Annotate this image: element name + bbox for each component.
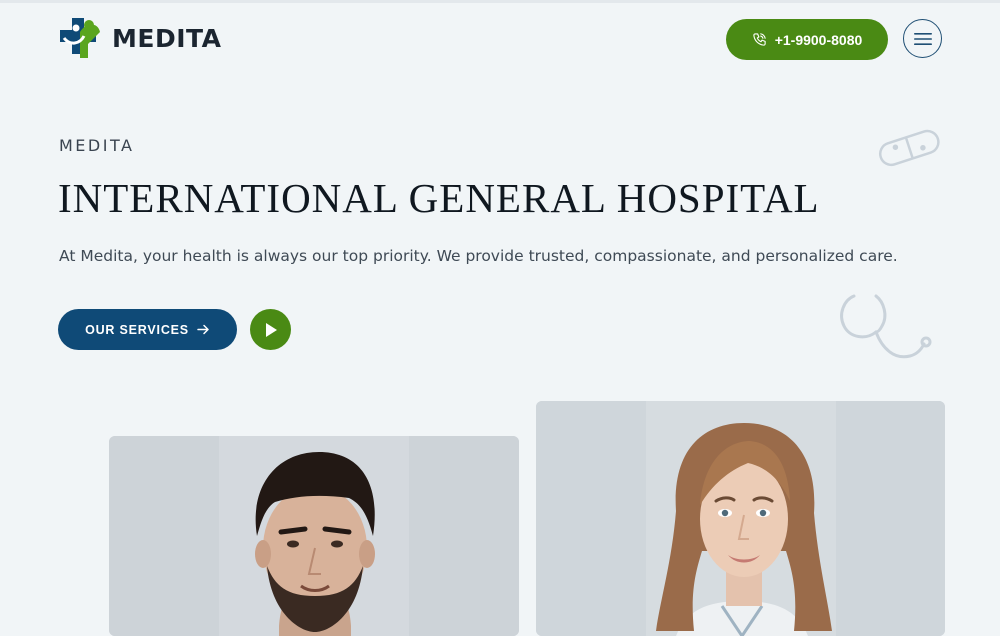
hero-title: INTERNATIONAL GENERAL HOSPITAL — [58, 175, 820, 221]
phone-number-label: +1-9900-8080 — [774, 31, 863, 48]
hero-eyebrow: MEDITA — [59, 136, 135, 155]
hero-description: At Medita, your health is always our top… — [59, 247, 898, 265]
medical-cross-person-logo-icon — [60, 18, 100, 58]
doctor-photo-female — [536, 401, 945, 636]
phone-icon — [753, 33, 766, 46]
doctor-card-male — [109, 436, 519, 636]
pill-icon — [878, 129, 940, 167]
play-video-button[interactable] — [250, 309, 291, 350]
doctor-photo-male — [109, 436, 519, 636]
doctor-card-female — [536, 401, 945, 636]
arrow-right-icon — [197, 324, 209, 335]
play-icon — [265, 322, 277, 337]
brand-logo[interactable]: MEDITA — [58, 16, 221, 60]
our-services-button[interactable]: OUR SERVICES — [58, 309, 237, 350]
brand-name: MEDITA — [112, 23, 222, 53]
hamburger-menu-icon — [913, 32, 932, 45]
menu-button[interactable] — [903, 19, 942, 58]
phone-call-button[interactable]: +1-9900-8080 — [726, 19, 888, 60]
stethoscope-icon — [840, 294, 932, 359]
top-border — [0, 0, 1000, 3]
our-services-label: OUR SERVICES — [85, 322, 189, 337]
